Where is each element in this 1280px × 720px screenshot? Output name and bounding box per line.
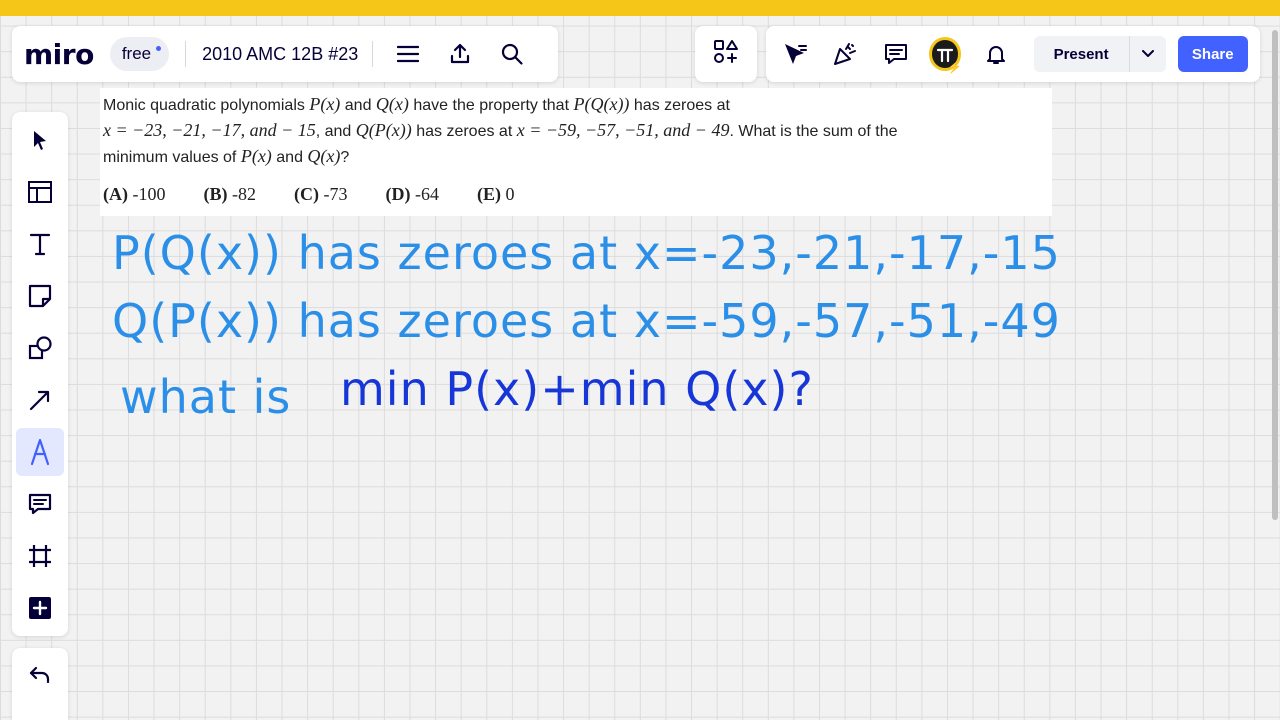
board-title[interactable]: 2010 AMC 12B #23	[202, 44, 358, 65]
search-icon[interactable]	[495, 37, 529, 71]
share-button[interactable]: Share	[1177, 36, 1248, 72]
sticky-note-tool[interactable]	[16, 272, 64, 320]
math-expression: Q(x)	[307, 146, 341, 166]
math-expression: P(Q(x))	[573, 94, 630, 114]
handwritten-line-3b[interactable]: min P(x)+min Q(x)?	[340, 362, 814, 416]
menu-icon[interactable]	[391, 37, 425, 71]
problem-text: has zeroes at	[416, 123, 513, 140]
apps-panel	[695, 26, 757, 82]
notification-dot	[156, 46, 162, 51]
apps-icon[interactable]	[713, 39, 739, 70]
vertical-scrollbar[interactable]	[1272, 30, 1278, 520]
answer-choice: (D) -64	[385, 184, 440, 204]
math-expression: Q(x)	[375, 94, 409, 114]
collaboration-toolbar: ⚡ Present Share	[766, 26, 1260, 82]
problem-text: Monic quadratic polynomials	[103, 97, 305, 114]
cursor-follow-icon[interactable]	[778, 36, 812, 72]
comment-tool[interactable]	[16, 480, 64, 528]
problem-text: minimum values of	[103, 149, 237, 166]
undo-panel	[12, 648, 68, 720]
problem-statement[interactable]: Monic quadratic polynomials P(x) and Q(x…	[100, 88, 1052, 216]
templates-tool[interactable]	[16, 168, 64, 216]
handwritten-line-2[interactable]: Q(P(x)) has zeroes at x=-59,-57,-51,-49	[112, 294, 1061, 348]
shapes-tool[interactable]	[16, 324, 64, 372]
present-button[interactable]: Present	[1034, 36, 1130, 72]
export-icon[interactable]	[443, 37, 477, 71]
celebrate-icon[interactable]	[828, 36, 862, 72]
chevron-down-icon[interactable]	[1130, 36, 1166, 72]
handwritten-line-3a[interactable]: what is	[120, 370, 291, 424]
math-expression: x = −23, −21, −17, and − 15	[103, 120, 316, 140]
problem-text: ?	[340, 149, 350, 166]
math-expression: x = −59, −57, −51, and − 49	[516, 120, 730, 140]
problem-line-3: minimum values of P(x) and Q(x)?	[103, 144, 1048, 170]
problem-text: , and	[315, 123, 352, 140]
board-header: miro free 2010 AMC 12B #23	[12, 26, 558, 82]
problem-line-2: x = −23, −21, −17, and − 15, and Q(P(x))…	[103, 118, 1048, 144]
answer-choice: (B) -82	[203, 184, 257, 204]
math-expression: P(x)	[240, 146, 272, 166]
frame-tool[interactable]	[16, 532, 64, 580]
undo-icon[interactable]	[28, 664, 52, 720]
math-expression: Q(P(x))	[355, 120, 412, 140]
comments-icon[interactable]	[878, 36, 912, 72]
answer-choice: (E) 0	[477, 184, 515, 204]
divider	[372, 41, 374, 67]
problem-text: has zeroes at	[633, 97, 730, 114]
select-tool[interactable]	[16, 116, 64, 164]
math-expression: P(x)	[309, 94, 341, 114]
text-tool[interactable]	[16, 220, 64, 268]
top-accent-stripe	[0, 0, 1280, 16]
pen-tool[interactable]	[16, 428, 64, 476]
creation-toolbar	[12, 112, 68, 636]
add-more-tools-button[interactable]	[16, 584, 64, 632]
problem-text: and	[276, 149, 303, 166]
problem-text: . What is the sum of the	[729, 123, 898, 140]
handwritten-line-1[interactable]: P(Q(x)) has zeroes at x=-23,-21,-17,-15	[112, 226, 1061, 280]
miro-logo[interactable]: miro	[24, 38, 94, 71]
present-group: Present	[1033, 36, 1166, 72]
plan-badge[interactable]: free	[109, 37, 170, 71]
plan-badge-label: free	[121, 44, 152, 63]
user-avatar[interactable]: ⚡	[928, 37, 963, 74]
divider	[185, 41, 187, 67]
lightning-icon: ⚡	[947, 60, 963, 74]
notifications-bell-icon[interactable]	[979, 36, 1013, 72]
answer-choices: (A) -100 (B) -82 (C) -73 (D) -64 (E) 0	[103, 182, 1048, 207]
problem-line-1: Monic quadratic polynomials P(x) and Q(x…	[103, 92, 1048, 118]
problem-text: and	[344, 97, 372, 114]
connection-line-tool[interactable]	[16, 376, 64, 424]
answer-choice: (C) -73	[294, 184, 348, 204]
problem-text: have the property that	[413, 97, 570, 114]
answer-choice: (A) -100	[103, 184, 166, 204]
